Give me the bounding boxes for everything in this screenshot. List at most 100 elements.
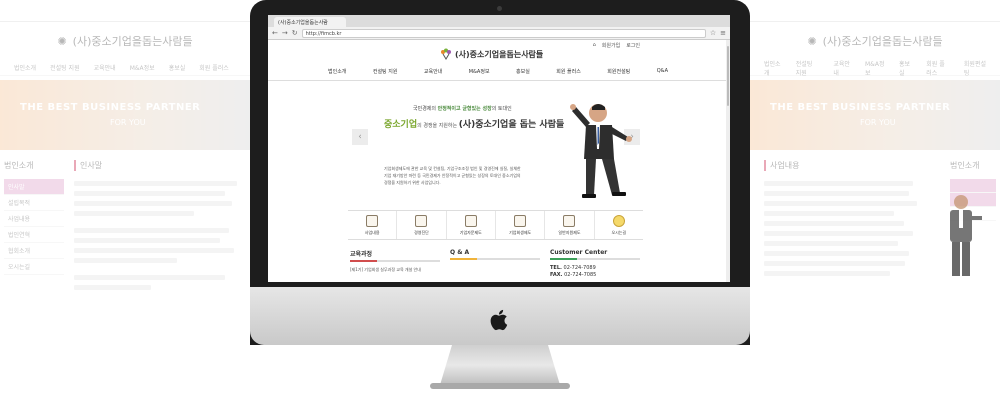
hero-description: 기업회생제도에 관한 교육 및 컨설팅, 기업구조조정 법인 및 경영진에 실질… <box>384 166 521 185</box>
ghost-nav-item: 회원 플러스 <box>199 65 229 72</box>
ghost-nav-item: M&A정보 <box>865 60 885 77</box>
monitor-icon <box>415 214 428 227</box>
ghost-side-title: 법인소개 <box>950 161 980 170</box>
quick-item-diagnosis[interactable]: 경영진단 <box>397 211 447 239</box>
hero-tagline: 국민경제의 안정적이고 균형있는 성장의 토대인 <box>413 106 512 112</box>
quick-menu: 사업내용 경영진단 기업자문제도 기업회생제도 일반지원제도 오시는길 <box>348 210 643 240</box>
menu-icon[interactable]: ≡ <box>720 29 726 37</box>
ghost-topbar <box>0 0 250 22</box>
site-logo[interactable]: (사)중소기업을돕는사람들 <box>440 48 543 60</box>
nav-item-qna[interactable]: Q&A <box>657 68 668 78</box>
site-logo-text: (사)중소기업을돕는사람들 <box>455 49 544 59</box>
info-boxes: 교육과정 [제1기] 기업회생 실무과정 교육 개설 안내 Q & A Cust… <box>350 249 640 282</box>
ghost-nav-item: 홍보실 <box>168 65 186 72</box>
ghost-nav-item: 회원 플러스 <box>926 60 945 77</box>
ghost-side-title: 법인소개 <box>4 161 34 170</box>
imac-stand <box>440 345 560 385</box>
businessman-figure-right <box>950 195 982 276</box>
customer-center-title: Customer Center <box>550 249 608 256</box>
camera-icon <box>497 6 502 11</box>
prev-slide-icon[interactable]: ‹ <box>352 129 368 145</box>
ghost-side-item: 법인연혁 <box>4 227 64 243</box>
utility-links: ⌂ 회원가입 로그인 <box>593 42 640 49</box>
qna-box: Q & A <box>450 249 540 282</box>
ghost-nav: 법인소개 전설팅 지원 교육안내 M&A정보 홍보실 회원 플러스 <box>0 60 250 76</box>
nav-item-consulting[interactable]: 컨설팅 지원 <box>373 68 398 78</box>
education-item[interactable]: [제1기] 기업회생 실무과정 교육 개설 안내 <box>350 267 440 273</box>
imac-stand-base <box>430 383 570 389</box>
ghost-body: 법인소개 인사말 설립목적 사업내용 법인연혁 협회소개 오시는길 인사말 <box>0 150 250 305</box>
web-page: ⌂ 회원가입 로그인 (사)중소기업을돕는사람들 법인소개 컨설팅 지원 교육안… <box>268 40 726 282</box>
ghost-nav-item: 회원편설팅 <box>963 60 986 77</box>
customer-center-box: Customer Center TEL. 02-724-7089 FAX. 02… <box>550 249 640 282</box>
ghost-nav-item: 교육안내 <box>833 60 850 77</box>
nav-item-member-plus[interactable]: 회원 플러스 <box>556 68 581 78</box>
reload-icon[interactable]: ↻ <box>292 29 298 37</box>
address-bar[interactable]: http://fimcb.kr <box>301 28 706 38</box>
location-icon <box>612 214 625 227</box>
ghost-nav-item: 전설팅 지원 <box>795 60 813 77</box>
quick-item-advisory[interactable]: 기업자문제도 <box>447 211 496 239</box>
nav-item-about[interactable]: 법인소개 <box>328 68 346 78</box>
ghost-logo-text: (사)중소기업을돕는사람들 <box>72 35 193 48</box>
ghost-side-item: 오시는길 <box>4 259 64 275</box>
browser-tabstrip: (사)중소기업을돕는사람 <box>268 15 730 27</box>
ghost-banner-title: THE BEST BUSINESS PARTNER <box>770 102 951 113</box>
ghost-topbar <box>750 0 1000 22</box>
ghost-banner: THE BEST BUSINESS PARTNER FOR YOU <box>750 80 1000 150</box>
businessman-figure <box>570 104 632 198</box>
logo-mark-icon <box>441 48 451 60</box>
ghost-side-item: 사업내용 <box>4 211 64 227</box>
ghost-side-item: 인사말 <box>4 179 64 195</box>
back-icon[interactable]: ← <box>272 29 278 37</box>
file-icon <box>514 214 527 227</box>
ghost-main-title: 사업내용 <box>764 160 950 171</box>
browser-tab[interactable]: (사)중소기업을돕는사람 <box>274 17 346 27</box>
qna-title[interactable]: Q & A <box>450 249 540 258</box>
nav-item-member-consulting[interactable]: 회원전설팅 <box>607 68 630 78</box>
ghost-main: 사업내용 <box>754 160 950 281</box>
ghost-nav-item: 전설팅 지원 <box>50 65 80 72</box>
imac-screen: (사)중소기업을돕는사람 ← → ↻ http://fimcb.kr ☆ ≡ ⌂… <box>268 15 730 282</box>
ghost-side-item: 협회소개 <box>4 243 64 259</box>
nav-item-ma[interactable]: M&A정보 <box>469 68 490 78</box>
apple-logo-icon <box>490 309 508 331</box>
logo-mark-icon: ✺ <box>807 34 817 48</box>
signup-link[interactable]: 회원가입 <box>602 42 620 49</box>
education-box: 교육과정 [제1기] 기업회생 실무과정 교육 개설 안내 <box>350 249 440 282</box>
ghost-logo: ✺ (사)중소기업을돕는사람들 <box>0 22 250 60</box>
ghost-main: 인사말 <box>64 160 246 295</box>
ghost-sidebar: 법인소개 인사말 설립목적 사업내용 법인연혁 협회소개 오시는길 <box>4 160 64 295</box>
star-icon[interactable]: ☆ <box>710 29 716 37</box>
ghost-banner-title: THE BEST BUSINESS PARTNER <box>20 102 201 113</box>
ghost-banner-sub: FOR YOU <box>860 118 896 127</box>
ghost-logo-text: (사)중소기업을돕는사람들 <box>822 35 943 48</box>
ghost-nav-item: 교육안내 <box>93 65 116 72</box>
nav-item-education[interactable]: 교육안내 <box>424 68 442 78</box>
nav-item-pr[interactable]: 홍보실 <box>516 68 530 78</box>
ghost-nav: 법인소개 전설팅 지원 교육안내 M&A정보 홍보실 회원 플러스 회원편설팅 <box>750 60 1000 77</box>
quick-item-business[interactable]: 사업내용 <box>348 211 398 239</box>
ghost-nav-item: 법인소개 <box>764 60 781 77</box>
ghost-banner: THE BEST BUSINESS PARTNER FOR YOU <box>0 80 250 150</box>
forward-icon[interactable]: → <box>282 29 288 37</box>
quick-item-support[interactable]: 일반지원제도 <box>545 211 595 239</box>
login-link[interactable]: 로그인 <box>626 42 640 49</box>
ghost-logo: ✺ (사)중소기업을돕는사람들 <box>750 22 1000 60</box>
page-scrollbar[interactable] <box>726 40 730 282</box>
quick-item-rehab[interactable]: 기업회생제도 <box>496 211 546 239</box>
plant-icon <box>563 214 576 227</box>
ghost-banner-sub: FOR YOU <box>110 118 146 127</box>
education-title[interactable]: 교육과정 <box>350 249 440 260</box>
quick-item-location[interactable]: 오시는길 <box>595 211 643 239</box>
book-icon <box>464 214 477 227</box>
ghost-side-item: 설립목적 <box>4 195 64 211</box>
browser-toolbar: ← → ↻ http://fimcb.kr ☆ ≡ <box>268 27 730 40</box>
ghost-main-title: 인사말 <box>74 160 246 171</box>
hero-headline: 중소기업의 경쟁을 지원하는 (사)중소기업을 돕는 사람들 <box>384 120 565 130</box>
showcase-stage: ✺ (사)중소기업을돕는사람들 법인소개 전설팅 지원 교육안내 M&A정보 홍… <box>0 0 1000 400</box>
logo-mark-icon: ✺ <box>57 34 67 48</box>
home-icon[interactable]: ⌂ <box>593 42 596 49</box>
background-page-left: ✺ (사)중소기업을돕는사람들 법인소개 전설팅 지원 교육안내 M&A정보 홍… <box>0 0 250 400</box>
ghost-nav-item: M&A정보 <box>129 65 155 72</box>
